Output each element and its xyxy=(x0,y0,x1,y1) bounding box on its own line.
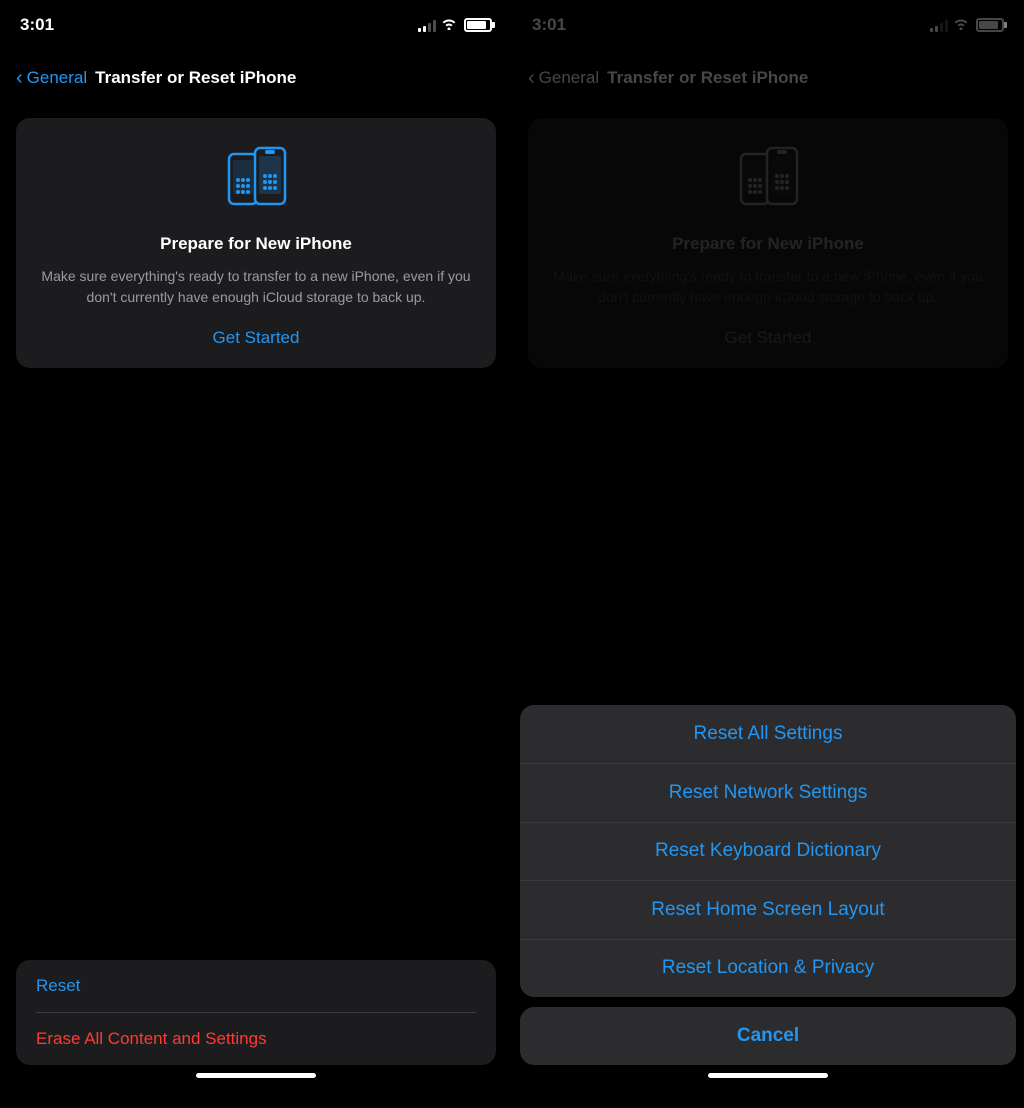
right-panel: 3:01 ‹ General Transfer or Reset iPhon xyxy=(512,0,1024,1108)
left-reset-button[interactable]: Reset xyxy=(16,960,496,1012)
left-prepare-card[interactable]: Prepare for New iPhone Make sure everyth… xyxy=(16,118,496,368)
left-status-icons xyxy=(418,17,492,33)
reset-network-settings-button[interactable]: Reset Network Settings xyxy=(520,764,1016,822)
left-back-label: General xyxy=(27,68,87,88)
right-nav-title: Transfer or Reset iPhone xyxy=(607,68,808,88)
left-back-button[interactable]: ‹ General xyxy=(16,68,87,88)
right-status-icons xyxy=(930,17,1004,33)
right-status-bar: 3:01 xyxy=(512,0,1024,50)
left-reset-card: Reset Erase All Content and Settings xyxy=(16,960,496,1065)
left-chevron-icon: ‹ xyxy=(16,68,23,88)
reset-all-settings-button[interactable]: Reset All Settings xyxy=(520,705,1016,763)
right-home-indicator xyxy=(708,1073,828,1078)
left-panel: 3:01 ‹ General Transfer or Reset iPhon xyxy=(0,0,512,1108)
left-status-bar: 3:01 xyxy=(0,0,512,50)
right-back-label: General xyxy=(539,68,599,88)
signal-icon xyxy=(418,18,436,32)
right-prepare-card: Prepare for New iPhone Make sure everyth… xyxy=(528,118,1008,368)
right-signal-icon xyxy=(930,18,948,32)
left-nav-bar: ‹ General Transfer or Reset iPhone xyxy=(0,50,512,106)
right-prepare-iphone-icon xyxy=(723,142,813,222)
left-card-title: Prepare for New iPhone xyxy=(160,234,352,254)
reset-location-privacy-button[interactable]: Reset Location & Privacy xyxy=(520,939,1016,997)
left-home-indicator xyxy=(196,1073,316,1078)
left-bottom-section: Reset Erase All Content and Settings xyxy=(0,960,512,1108)
right-back-button[interactable]: ‹ General xyxy=(528,68,599,88)
reset-keyboard-dictionary-button[interactable]: Reset Keyboard Dictionary xyxy=(520,822,1016,880)
left-time: 3:01 xyxy=(20,15,54,35)
left-erase-button[interactable]: Erase All Content and Settings xyxy=(16,1013,496,1065)
right-card-title: Prepare for New iPhone xyxy=(672,234,864,254)
left-get-started-button[interactable]: Get Started xyxy=(213,328,300,348)
wifi-icon xyxy=(441,17,457,33)
right-card-description: Make sure everything's ready to transfer… xyxy=(548,266,988,308)
reset-action-sheet-container: Reset All Settings Reset Network Setting… xyxy=(512,705,1024,1108)
prepare-iphone-icon xyxy=(211,142,301,222)
right-get-started-button: Get Started xyxy=(725,328,812,348)
right-wifi-icon xyxy=(953,17,969,33)
left-card-description: Make sure everything's ready to transfer… xyxy=(36,266,476,308)
right-time: 3:01 xyxy=(532,15,566,35)
battery-icon xyxy=(464,18,492,32)
right-nav-bar: ‹ General Transfer or Reset iPhone xyxy=(512,50,1024,106)
reset-action-sheet: Reset All Settings Reset Network Setting… xyxy=(520,705,1016,997)
reset-home-screen-layout-button[interactable]: Reset Home Screen Layout xyxy=(520,881,1016,939)
right-chevron-icon: ‹ xyxy=(528,68,535,88)
left-nav-title: Transfer or Reset iPhone xyxy=(95,68,296,88)
right-battery-icon xyxy=(976,18,1004,32)
cancel-button[interactable]: Cancel xyxy=(520,1007,1016,1065)
